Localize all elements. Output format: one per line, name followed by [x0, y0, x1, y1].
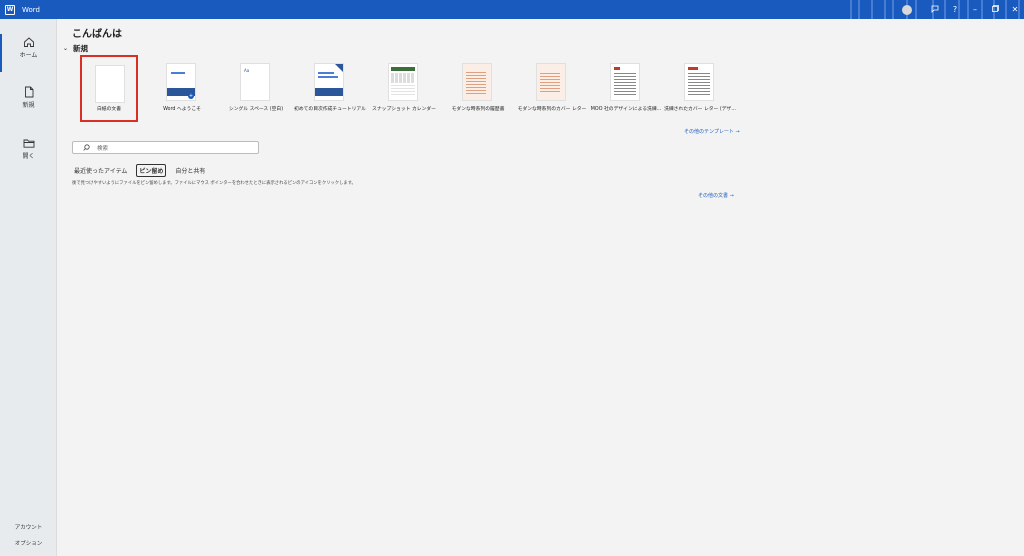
template-label: Word へようこそ	[163, 107, 201, 112]
sidebar-item-label: 開く	[22, 153, 35, 160]
template-thumbnail	[536, 63, 566, 101]
sidebar-account[interactable]: アカウント	[0, 523, 57, 531]
word-icon: W	[5, 4, 15, 15]
sidebar-item-label: ホーム	[19, 52, 38, 59]
tab-pinned[interactable]: ピン留め	[136, 164, 167, 177]
app-title: Word	[22, 5, 40, 14]
template-label: 洗練されたカバー レター (デザ...	[664, 107, 736, 112]
template-thumbnail	[388, 63, 418, 101]
sidebar-options[interactable]: オプション	[0, 539, 57, 547]
close-icon[interactable]: ✕	[1006, 5, 1024, 14]
template-modern-resume[interactable]: モダンな時系列の履歴書	[442, 57, 514, 121]
template-label: 白紙の文書	[97, 107, 121, 112]
template-single-spaced[interactable]: Aa シングル スペース (空白)	[220, 57, 292, 121]
template-thumbnail: +	[166, 63, 196, 101]
template-label: モダンな時系列の履歴書	[451, 107, 505, 112]
folder-open-icon	[23, 139, 34, 148]
greeting: こんばんは	[72, 29, 122, 40]
sidebar-item-open[interactable]: 開く	[0, 131, 57, 177]
template-label: モダンな時系列のカバー レター	[517, 107, 587, 112]
new-section-title: 新規	[73, 44, 89, 53]
search-icon	[83, 144, 90, 151]
sidebar: ホーム 新規 開く アカウント オプション	[0, 19, 57, 556]
template-thumbnail: Aa	[240, 63, 270, 101]
sidebar-item-new[interactable]: 新規	[0, 80, 57, 126]
help-icon[interactable]: ?	[946, 5, 964, 14]
pinned-hint: 後で見つけやすいようにファイルをピン留めします。ファイルにマウス ポインターを合…	[72, 181, 356, 186]
search-input[interactable]: 検索	[72, 141, 259, 154]
home-icon	[23, 37, 34, 47]
avatar[interactable]	[902, 4, 912, 15]
template-thumbnail	[610, 63, 640, 101]
template-welcome[interactable]: + Word へようこそ	[146, 57, 218, 121]
file-tabs: 最近使ったアイテム ピン留め 自分と共有	[72, 164, 214, 177]
tab-shared[interactable]: 自分と共有	[173, 165, 207, 176]
minimize-icon[interactable]: –	[966, 5, 984, 14]
template-toc-tutorial[interactable]: 初めての目次作成チュートリアル	[294, 57, 366, 121]
more-templates-link[interactable]: その他のテンプレート →	[684, 128, 740, 135]
feedback-icon[interactable]	[926, 5, 944, 15]
more-documents-link[interactable]: その他の文書 →	[698, 192, 734, 199]
template-snapshot-calendar[interactable]: スナップショット カレンダー	[368, 57, 440, 121]
template-modern-cover-letter[interactable]: モダンな時系列のカバー レター	[516, 57, 588, 121]
sidebar-item-home[interactable]: ホーム	[0, 30, 57, 76]
template-blank-document[interactable]: 白紙の文書	[80, 55, 138, 122]
template-moo-design[interactable]: MOO 社のデザインによる洗練...	[590, 57, 662, 121]
sidebar-item-label: 新規	[22, 102, 35, 109]
template-label: シングル スペース (空白)	[228, 107, 284, 112]
tab-recent[interactable]: 最近使ったアイテム	[72, 165, 129, 176]
new-section-header[interactable]: ⌄ 新規	[63, 43, 88, 54]
template-label: 初めての目次作成チュートリアル	[294, 107, 366, 112]
template-thumbnail	[684, 63, 714, 101]
template-thumbnail	[95, 65, 125, 103]
title-bar: W Word ? – ✕	[0, 0, 1024, 19]
new-document-icon	[24, 86, 33, 98]
search-placeholder: 検索	[97, 145, 109, 152]
template-label: スナップショット カレンダー	[372, 107, 436, 112]
template-thumbnail	[462, 63, 492, 101]
template-polished-cover-letter[interactable]: 洗練されたカバー レター (デザ...	[664, 57, 736, 121]
restore-icon[interactable]	[986, 5, 1004, 14]
template-thumbnail	[314, 63, 344, 101]
template-label: MOO 社のデザインによる洗練...	[590, 107, 662, 112]
chevron-down-icon: ⌄	[63, 45, 69, 52]
